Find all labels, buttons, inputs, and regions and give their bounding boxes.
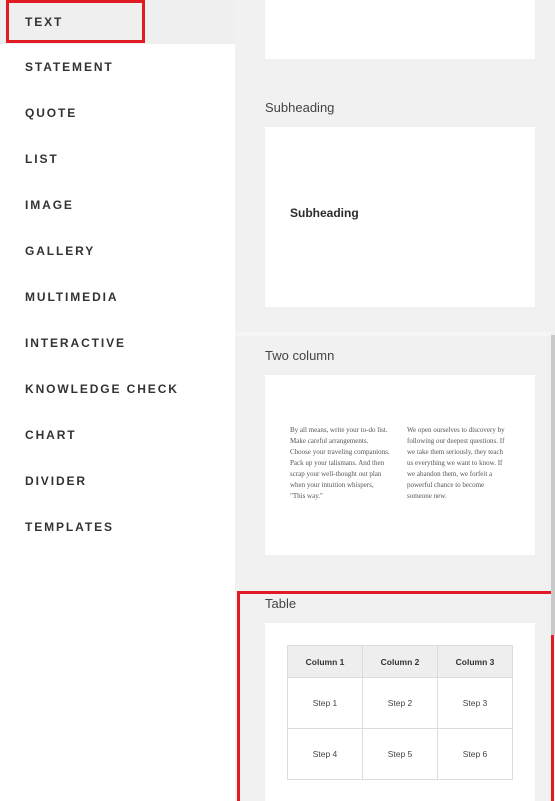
table-cell: Step 4 [287,728,363,780]
subheading-preview-text: Subheading [290,206,359,220]
table-block-label: Table [265,596,297,611]
sidebar-item-label: TEMPLATES [25,520,114,534]
right-column-text: We open ourselves to discovery by follow… [407,426,505,500]
sidebar-item-statement[interactable]: STATEMENT [0,44,235,90]
table-header-row: Column 1 Column 2 Column 3 [287,645,513,678]
two-column-block-preview[interactable]: By all means, write your to-do list. Mak… [265,375,535,555]
sidebar-item-list[interactable]: LIST [0,136,235,182]
content-scrollbar[interactable] [551,335,555,635]
table-row: Step 1 Step 2 Step 3 [287,677,513,729]
two-column-block-label: Two column [265,348,335,363]
sidebar-item-label: DIVIDER [25,474,87,488]
sidebar-item-label: MULTIMEDIA [25,290,119,304]
sidebar-item-label: GALLERY [25,244,96,258]
table-cell: Step 2 [362,677,438,729]
sidebar-item-gallery[interactable]: GALLERY [0,228,235,274]
sidebar-item-templates[interactable]: TEMPLATES [0,504,235,550]
table-cell: Step 5 [362,728,438,780]
block-category-sidebar: TEXT STATEMENT QUOTE LIST IMAGE GALLERY … [0,0,235,801]
sidebar-item-label: CHART [25,428,77,442]
sidebar-item-text[interactable]: TEXT [0,0,145,44]
table-header-cell: Column 3 [437,645,513,678]
table-preview: Column 1 Column 2 Column 3 Step 1 Step 2… [287,645,513,780]
section-divider [235,332,551,336]
sidebar-item-label: LIST [25,152,59,166]
previous-block-preview[interactable] [265,0,535,59]
sidebar-item-quote[interactable]: QUOTE [0,90,235,136]
sidebar-item-label: KNOWLEDGE CHECK [25,382,179,396]
sidebar-item-label: STATEMENT [25,60,114,74]
sidebar-item-divider[interactable]: DIVIDER [0,458,235,504]
table-header-cell: Column 1 [287,645,363,678]
sidebar-item-knowledge-check[interactable]: KNOWLEDGE CHECK [0,366,235,412]
subheading-block-preview[interactable]: Subheading [265,127,535,307]
table-header-cell: Column 2 [362,645,438,678]
table-cell: Step 3 [437,677,513,729]
left-column-text: By all means, write your to-do list. Mak… [290,426,390,500]
sidebar-item-multimedia[interactable]: MULTIMEDIA [0,274,235,320]
sidebar-item-label: INTERACTIVE [25,336,126,350]
sidebar-item-label: IMAGE [25,198,74,212]
sidebar-item-label: QUOTE [25,106,78,120]
table-cell: Step 6 [437,728,513,780]
table-block-preview[interactable]: Column 1 Column 2 Column 3 Step 1 Step 2… [265,623,535,801]
table-row: Step 4 Step 5 Step 6 [287,728,513,780]
subheading-block-label: Subheading [265,100,335,115]
sidebar-item-label: TEXT [25,15,64,29]
sidebar-item-chart[interactable]: CHART [0,412,235,458]
sidebar-item-interactive[interactable]: INTERACTIVE [0,320,235,366]
table-cell: Step 1 [287,677,363,729]
sidebar-item-image[interactable]: IMAGE [0,182,235,228]
